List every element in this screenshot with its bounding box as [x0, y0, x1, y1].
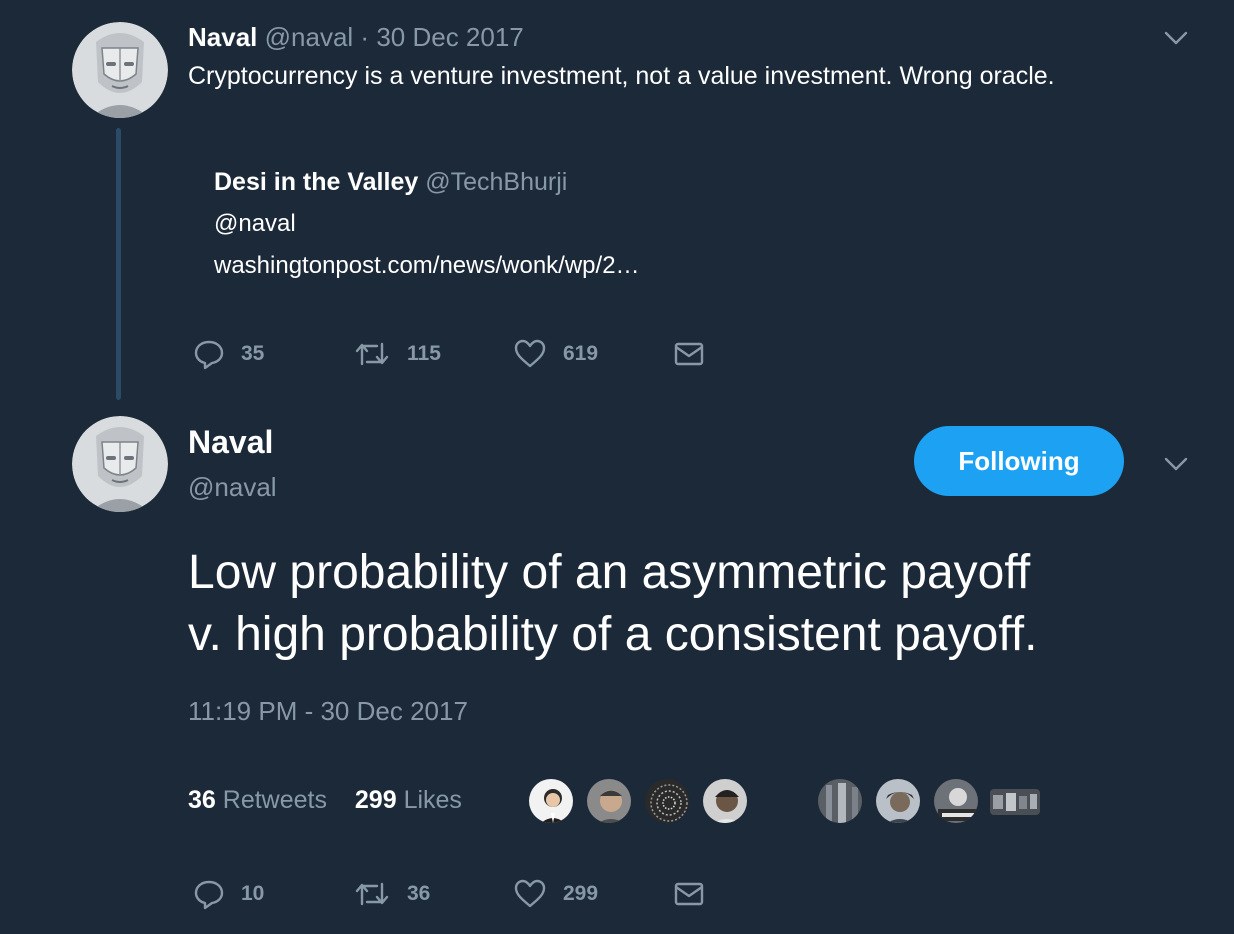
heart-icon [513, 878, 547, 910]
reply-count: 10 [241, 882, 265, 905]
tweet-header: Naval @naval · 30 Dec 2017 [188, 22, 524, 53]
tweet-timestamp[interactable]: 11:19 PM - 30 Dec 2017 [188, 696, 468, 727]
retweets-stat-count: 36 [188, 786, 216, 814]
retweet-button[interactable]: 115 [353, 334, 441, 374]
retweet-button[interactable]: 36 [353, 874, 430, 914]
like-button[interactable]: 299 [513, 874, 598, 914]
likes-stat[interactable]: 299 Likes [355, 786, 462, 814]
tweet-date[interactable]: 30 Dec 2017 [376, 22, 523, 52]
like-button[interactable]: 619 [513, 334, 598, 374]
author-avatar[interactable] [72, 22, 168, 118]
tweet-stats: 36 Retweets 299 Likes [188, 786, 462, 815]
like-count: 299 [563, 882, 599, 905]
tweet-text: Low probability of an asymmetric payoff … [188, 542, 1037, 666]
envelope-icon [673, 878, 705, 910]
thread-connector-line [116, 128, 121, 400]
liker-avatar[interactable] [643, 777, 691, 825]
retweet-icon [353, 338, 391, 370]
liker-avatar[interactable] [990, 789, 1040, 815]
following-button[interactable]: Following [914, 426, 1124, 496]
quoted-mention[interactable]: @naval [214, 210, 296, 238]
chevron-down-icon[interactable] [1164, 26, 1188, 50]
heart-icon [513, 338, 547, 370]
quoted-author-handle: @TechBhurji [425, 168, 568, 196]
reply-count: 35 [241, 342, 265, 365]
liker-avatar[interactable] [816, 777, 864, 825]
author-handle[interactable]: @naval [188, 472, 277, 503]
retweets-stat[interactable]: 36 Retweets [188, 786, 334, 814]
retweet-count: 115 [407, 342, 441, 365]
author-name[interactable]: Naval [188, 22, 257, 52]
liker-avatar[interactable] [585, 777, 633, 825]
reply-icon [193, 338, 225, 370]
chevron-down-icon[interactable] [1164, 452, 1188, 476]
reply-icon [193, 878, 225, 910]
author-avatar[interactable] [72, 416, 168, 512]
reply-button[interactable]: 35 [193, 334, 264, 374]
likes-stat-count: 299 [354, 786, 397, 814]
liker-avatar[interactable] [527, 777, 575, 825]
author-name[interactable]: Naval [188, 424, 273, 461]
likes-stat-label: Likes [403, 786, 462, 814]
tweet-text: Cryptocurrency is a venture investment, … [188, 62, 1055, 90]
retweets-stat-label: Retweets [222, 786, 327, 814]
direct-message-button[interactable] [673, 334, 705, 374]
quoted-author-name: Desi in the Valley [214, 168, 419, 196]
tweet-thread: Naval @naval · 30 Dec 2017 Cryptocurrenc… [0, 0, 1234, 934]
author-handle[interactable]: @naval [265, 22, 354, 52]
liker-avatar[interactable] [874, 777, 922, 825]
retweet-count: 36 [407, 882, 431, 905]
tweet-text-line-1: Low probability of an asymmetric payoff [188, 546, 1031, 599]
direct-message-button[interactable] [673, 874, 705, 914]
retweet-icon [353, 878, 391, 910]
like-count: 619 [563, 342, 599, 365]
reply-button[interactable]: 10 [193, 874, 264, 914]
quoted-link[interactable]: washingtonpost.com/news/wonk/wp/2… [214, 252, 640, 280]
envelope-icon [673, 338, 705, 370]
tweet-text-line-2: v. high probability of a consistent payo… [188, 608, 1038, 661]
liker-avatar[interactable] [932, 777, 980, 825]
liker-avatar[interactable] [701, 777, 749, 825]
header-separator: · [360, 22, 370, 52]
quoted-tweet-header[interactable]: Desi in the Valley @TechBhurji [214, 168, 567, 197]
